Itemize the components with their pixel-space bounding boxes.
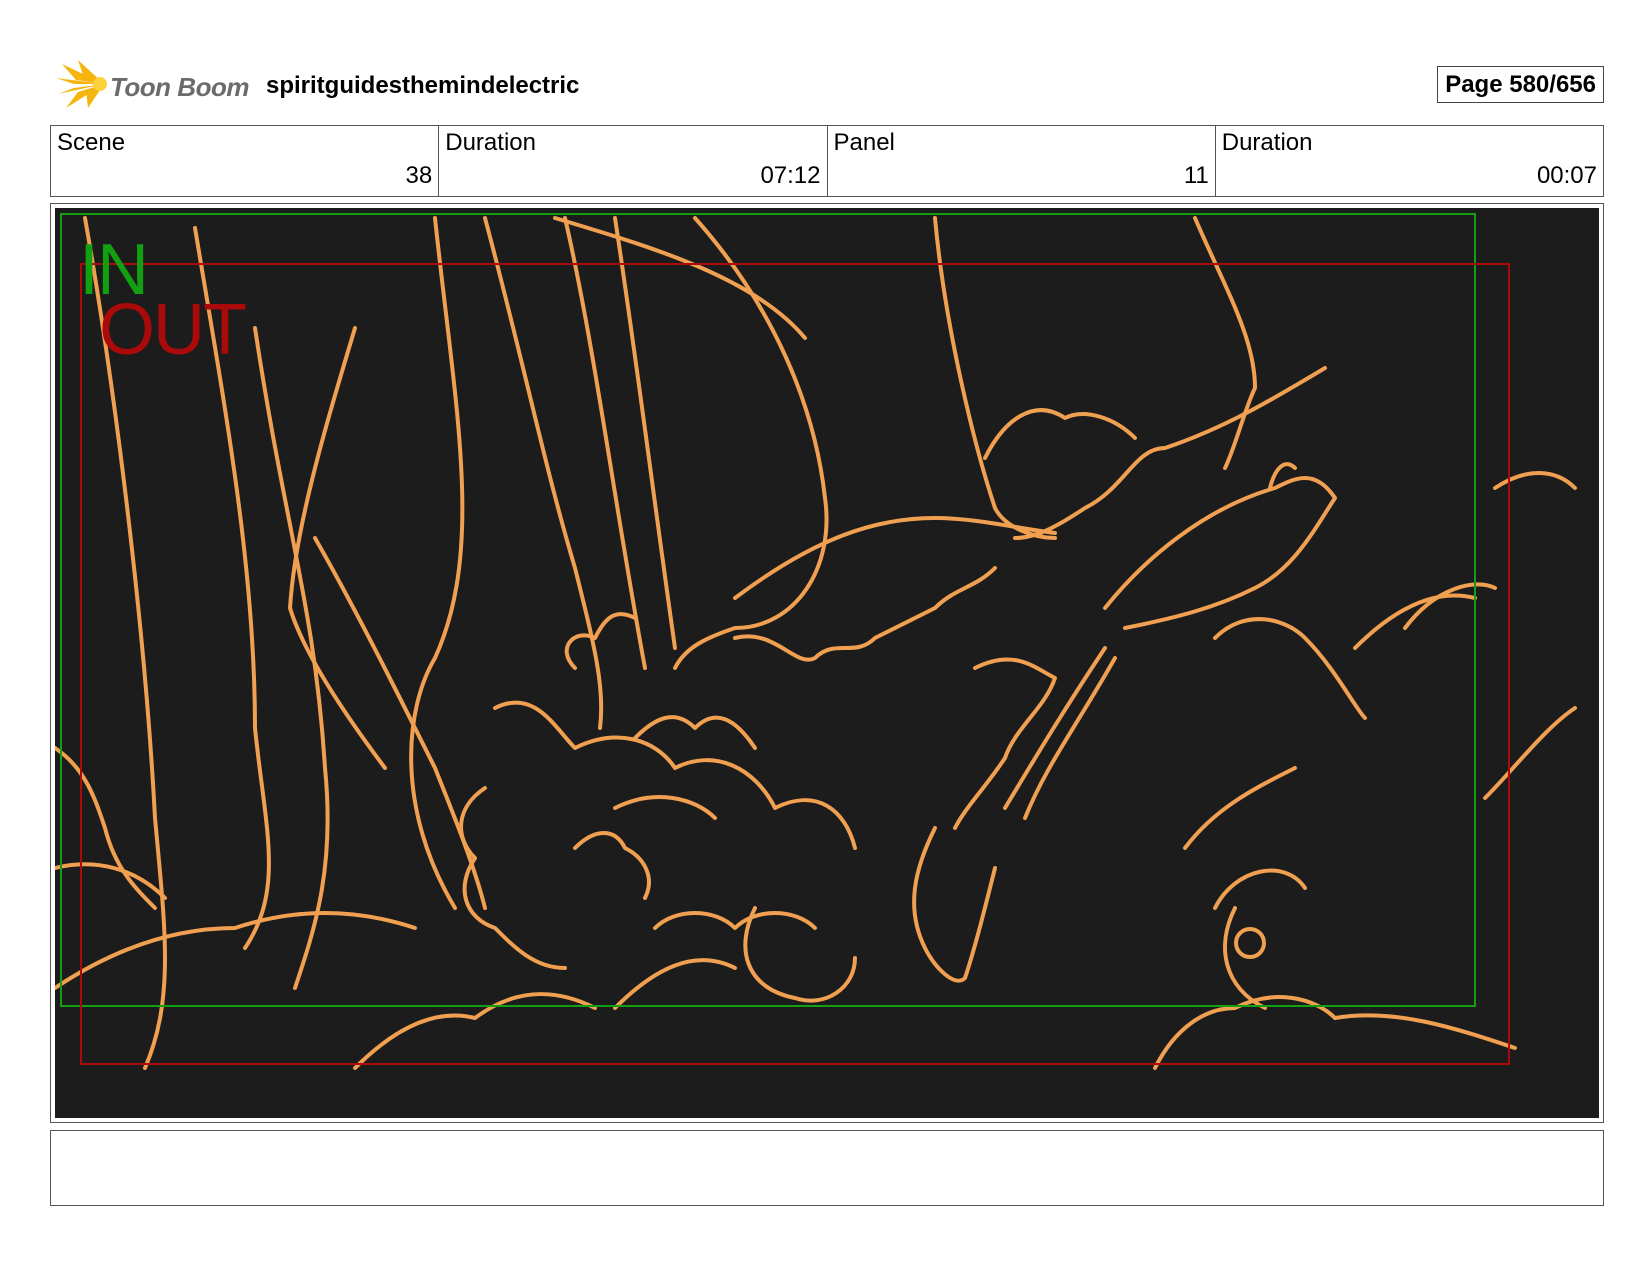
- tree-trunk-line: [288, 326, 387, 770]
- foliage-line: [733, 566, 997, 662]
- panel-drawing: [55, 213, 1577, 1070]
- ground-line: [55, 746, 157, 910]
- foliage-line: [983, 408, 1137, 460]
- panel-cell: Panel 11: [828, 126, 1216, 196]
- ground-line: [55, 862, 167, 900]
- tree-trunk-line: [1193, 216, 1257, 470]
- bush-line: [493, 700, 857, 850]
- foliage-line: [1213, 868, 1307, 910]
- branch-line: [733, 516, 1057, 600]
- branch-line: [1103, 476, 1337, 630]
- ground-line: [1153, 995, 1337, 1070]
- bush-line: [633, 715, 757, 750]
- scene-duration-value: 07:12: [760, 162, 821, 189]
- tree-trunk-line: [409, 216, 465, 910]
- bush-line: [653, 911, 817, 930]
- panel-duration-value: 00:07: [1536, 162, 1597, 189]
- tree-trunk-line: [313, 536, 487, 910]
- tree-trunk-line: [483, 216, 604, 730]
- storyboard-panel-image: IN OUT: [55, 208, 1599, 1118]
- foliage-line: [1493, 471, 1577, 490]
- ground-line: [55, 911, 417, 990]
- scene-cell: Scene 38: [51, 126, 440, 196]
- ground-line: [613, 958, 737, 1010]
- panel-value: 11: [1183, 162, 1209, 189]
- tree-trunk-line: [933, 216, 1057, 540]
- logo-text: Toon Boom: [110, 72, 249, 102]
- tree-trunk-line: [613, 216, 677, 650]
- foliage-line: [1483, 706, 1577, 800]
- bush-line: [613, 795, 717, 820]
- scene-info-table: Scene 38 Duration 07:12 Panel 11 Duratio…: [50, 125, 1604, 197]
- ground-line: [1333, 1013, 1517, 1050]
- foliage-line: [1234, 927, 1266, 959]
- starburst-icon: [56, 60, 107, 108]
- foliage-line: [953, 657, 1057, 830]
- tree-trunk-line: [563, 216, 647, 670]
- scene-value: 38: [405, 162, 433, 189]
- project-title: spiritguidesthemindelectric: [266, 72, 580, 99]
- panel-duration-label: Duration: [1221, 129, 1313, 156]
- page-header: Toon Boom spiritguidesthemindelectric Pa…: [50, 52, 1604, 116]
- scene-label: Scene: [57, 129, 126, 156]
- foliage-line: [1353, 593, 1477, 650]
- branch-line: [1023, 656, 1117, 820]
- page-indicator: Page 580/656: [1437, 66, 1604, 103]
- scene-duration-label: Duration: [445, 129, 536, 156]
- toon-boom-logo: Toon Boom: [54, 58, 250, 110]
- bush-line: [573, 831, 651, 900]
- panel-label: Panel: [833, 129, 895, 156]
- foliage-line: [1213, 617, 1367, 720]
- panel-frame: IN OUT: [50, 203, 1604, 1123]
- field-in-frame: [60, 213, 1476, 1007]
- foliage-line: [1403, 582, 1497, 630]
- foliage-line: [1183, 766, 1297, 850]
- tree-trunk-line: [673, 216, 829, 670]
- bush-line: [743, 906, 857, 1003]
- bush-line: [564, 612, 637, 670]
- field-out-label: OUT: [99, 290, 247, 370]
- foliage-line: [912, 826, 997, 983]
- branch-line: [1013, 366, 1327, 540]
- panel-duration-cell: Duration 00:07: [1216, 126, 1603, 196]
- scene-duration-cell: Duration 07:12: [439, 126, 828, 196]
- panel-notes-box: [50, 1130, 1604, 1206]
